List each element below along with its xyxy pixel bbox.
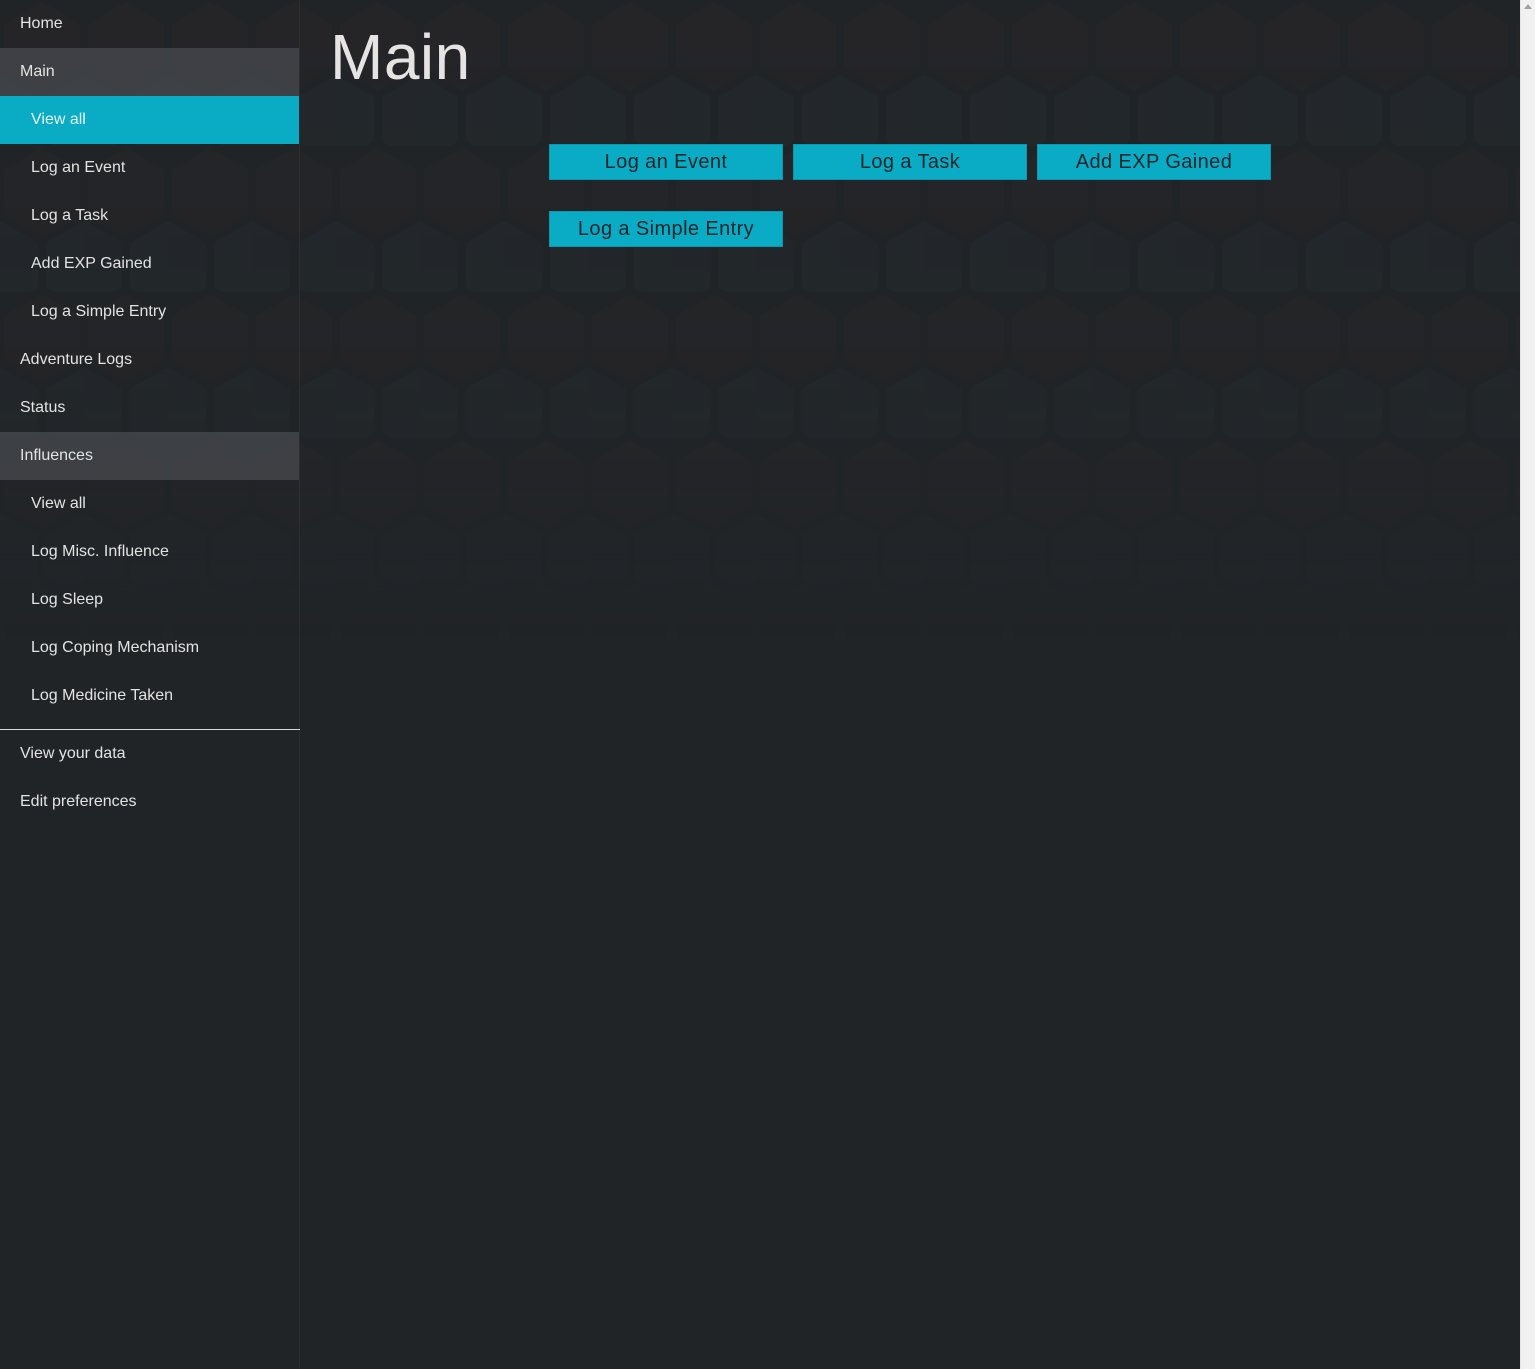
nav-item-label: Adventure Logs [20, 351, 133, 368]
nav-item-log-a-simple-entry[interactable]: Log a Simple Entry [0, 288, 299, 336]
nav-item-influences[interactable]: Influences [0, 432, 299, 480]
nav-item-label: Add EXP Gained [31, 255, 152, 272]
nav-item-log-coping-mechanism[interactable]: Log Coping Mechanism [0, 624, 299, 672]
nav-item-label: Log Medicine Taken [31, 687, 174, 704]
vertical-scrollbar[interactable] [1520, 0, 1535, 1369]
nav-item-label: Home [20, 15, 63, 32]
nav-item-label: View your data [20, 745, 126, 762]
nav-item-label: Status [20, 399, 66, 416]
page-title: Main [330, 21, 471, 93]
nav-item-label: Main [20, 63, 55, 80]
action-button-grid: Log an Event Log a Task Add EXP Gained L… [549, 144, 1289, 247]
nav-item-label: Log a Simple Entry [31, 303, 167, 320]
nav-item-add-exp-gained[interactable]: Add EXP Gained [0, 240, 299, 288]
nav-item-status[interactable]: Status [0, 384, 299, 432]
nav-item-log-misc-influence[interactable]: Log Misc. Influence [0, 528, 299, 576]
log-a-task-button[interactable]: Log a Task [793, 144, 1027, 180]
nav-item-label: View all [31, 111, 86, 128]
nav-item-label: Influences [20, 447, 93, 464]
nav-item-influences-view-all[interactable]: View all [0, 480, 299, 528]
nav-item-view-your-data[interactable]: View your data [0, 730, 299, 778]
nav-bottom-group: View your data Edit preferences [0, 730, 299, 826]
scroll-up-arrow-icon[interactable] [1524, 4, 1532, 9]
nav-item-label: Log an Event [31, 159, 126, 176]
app-window: Home Main View all Log an Event Log a Ta… [0, 0, 1535, 1369]
nav-item-log-a-task[interactable]: Log a Task [0, 192, 299, 240]
nav-item-label: Edit preferences [20, 793, 137, 810]
log-a-simple-entry-button[interactable]: Log a Simple Entry [549, 211, 783, 247]
nav-item-log-sleep[interactable]: Log Sleep [0, 576, 299, 624]
nav-item-log-medicine-taken[interactable]: Log Medicine Taken [0, 672, 299, 720]
nav-item-label: Log Sleep [31, 591, 104, 608]
log-an-event-button[interactable]: Log an Event [549, 144, 783, 180]
nav-item-label: View all [31, 495, 86, 512]
add-exp-gained-button[interactable]: Add EXP Gained [1037, 144, 1271, 180]
nav-item-log-an-event[interactable]: Log an Event [0, 144, 299, 192]
nav-item-label: Log Misc. Influence [31, 543, 169, 560]
sidebar-nav: Home Main View all Log an Event Log a Ta… [0, 0, 300, 1369]
nav-item-main-view-all[interactable]: View all [0, 96, 299, 144]
nav-item-edit-preferences[interactable]: Edit preferences [0, 778, 299, 826]
nav-item-main[interactable]: Main [0, 48, 299, 96]
nav-item-home[interactable]: Home [0, 0, 299, 48]
nav-item-label: Log a Task [31, 207, 109, 224]
nav-item-adventure-logs[interactable]: Adventure Logs [0, 336, 299, 384]
nav-item-label: Log Coping Mechanism [31, 639, 200, 656]
main-content: Main Log an Event Log a Task Add EXP Gai… [301, 0, 1520, 1369]
